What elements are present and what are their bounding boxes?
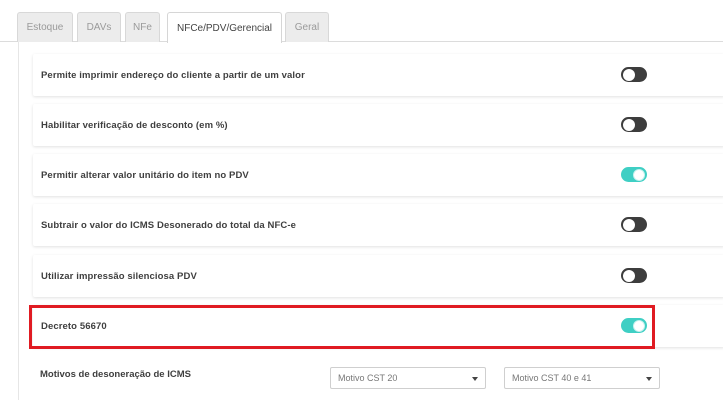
setting-row-subtrair-icms: Subtrair o valor do ICMS Desonerado do t…	[33, 204, 723, 246]
setting-row-decreto-56670: Decreto 56670	[33, 305, 723, 347]
tab-geral[interactable]: Geral	[285, 12, 329, 42]
caret-down-icon	[646, 377, 652, 381]
toggle-knob	[623, 118, 635, 131]
toggle-switch[interactable]	[621, 318, 647, 333]
toggle-knob	[633, 168, 645, 181]
tab-bar: Estoque DAVs NFe NFCe/PDV/Gerencial Gera…	[0, 0, 723, 43]
toggle-switch[interactable]	[621, 117, 647, 132]
setting-row-alterar-valor-unitario: Permitir alterar valor unitário do item …	[33, 154, 723, 196]
toggle-switch[interactable]	[621, 268, 647, 283]
toggle-knob	[623, 269, 635, 282]
motivo-cst20-select[interactable]: Motivo CST 20	[330, 367, 486, 389]
motivo-cst40-select[interactable]: Motivo CST 40 e 41	[504, 367, 660, 389]
toggle-switch[interactable]	[621, 167, 647, 182]
tab-estoque[interactable]: Estoque	[17, 12, 73, 42]
setting-label: Decreto 56670	[41, 320, 107, 332]
toggle-switch[interactable]	[621, 67, 647, 82]
tab-nfe[interactable]: NFe	[125, 12, 160, 42]
setting-label: Utilizar impressão silenciosa PDV	[41, 270, 197, 282]
setting-row-imprimir-endereco: Permite imprimir endereço do cliente a p…	[33, 54, 723, 96]
setting-label: Permite imprimir endereço do cliente a p…	[41, 69, 305, 81]
toggle-knob	[623, 68, 635, 81]
motivos-desoneracao-label: Motivos de desoneração de ICMS	[40, 369, 191, 380]
settings-panel: Permite imprimir endereço do cliente a p…	[18, 42, 723, 400]
tab-davs[interactable]: DAVs	[77, 12, 121, 42]
setting-label: Subtrair o valor do ICMS Desonerado do t…	[41, 219, 296, 231]
select-value: Motivo CST 20	[338, 373, 398, 383]
tab-nfce-pdv-gerencial[interactable]: NFCe/PDV/Gerencial	[167, 12, 282, 43]
toggle-knob	[623, 218, 635, 231]
toggle-switch[interactable]	[621, 217, 647, 232]
setting-label: Habilitar verificação de desconto (em %)	[41, 119, 228, 131]
setting-label: Permitir alterar valor unitário do item …	[41, 169, 249, 181]
setting-row-impressao-silenciosa: Utilizar impressão silenciosa PDV	[33, 255, 723, 297]
setting-row-verificacao-desconto: Habilitar verificação de desconto (em %)	[33, 104, 723, 146]
toggle-knob	[633, 319, 645, 332]
select-value: Motivo CST 40 e 41	[512, 373, 592, 383]
caret-down-icon	[472, 377, 478, 381]
